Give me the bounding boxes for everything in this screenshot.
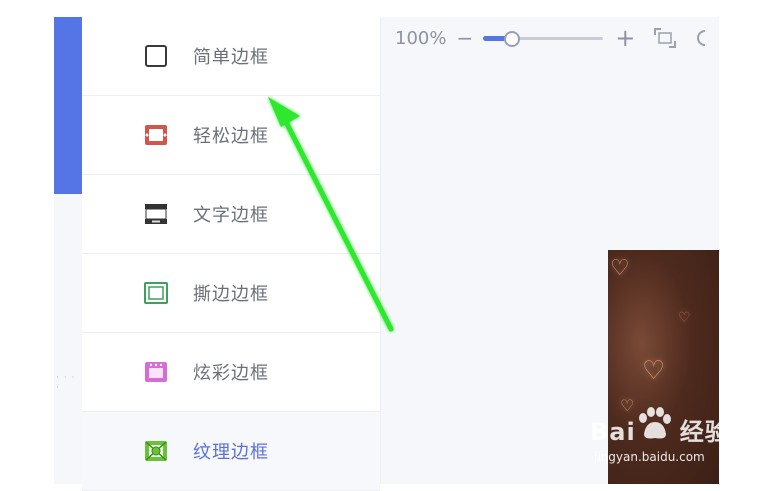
text-frame-icon: [143, 201, 169, 227]
torn-edge-frame-icon: [143, 280, 169, 306]
frame-item-colorful[interactable]: 炫彩边框: [82, 333, 380, 412]
heart-bokeh: ♡: [610, 256, 630, 281]
frame-item-easy[interactable]: 轻松边框: [82, 96, 380, 175]
zoom-level: 100%: [395, 27, 447, 49]
rotate-icon[interactable]: [695, 27, 706, 49]
frame-item-label: 纹理边框: [193, 442, 269, 463]
frame-item-text[interactable]: 文字边框: [82, 175, 380, 254]
rail-active-indicator: [54, 17, 82, 194]
baidu-paw-icon: [639, 407, 671, 439]
rail-divider-dots: · · · ·: [56, 373, 76, 393]
frame-item-torn-edge[interactable]: 撕边边框: [82, 254, 380, 333]
frame-list-panel: 简单边框 轻松边框 文字边框 撕边边框 炫彩边框 纹理边框: [82, 17, 381, 491]
frame-item-label: 炫彩边框: [193, 363, 269, 384]
zoom-out-button[interactable]: −: [456, 28, 473, 48]
frame-item-texture[interactable]: 纹理边框: [82, 412, 380, 491]
frame-item-label: 撕边边框: [193, 284, 269, 305]
zoom-slider-knob[interactable]: [503, 31, 520, 47]
frame-item-label: 文字边框: [193, 205, 269, 226]
watermark-url: jingyan.baidu.com: [594, 450, 705, 464]
heart-bokeh: ♡: [678, 310, 691, 326]
zoom-toolbar: 100% − +: [395, 25, 706, 51]
frame-item-simple[interactable]: 简单边框: [82, 17, 380, 96]
left-rail: · · · ·: [54, 17, 82, 484]
frame-item-label: 轻松边框: [193, 126, 269, 147]
simple-frame-icon: [143, 43, 169, 69]
texture-frame-icon: [143, 438, 169, 464]
zoom-in-button[interactable]: +: [615, 26, 635, 50]
frame-item-label: 简单边框: [193, 47, 269, 68]
fit-to-screen-icon[interactable]: [653, 27, 677, 49]
colorful-frame-icon: [143, 359, 169, 385]
baidu-jingyan-watermark: Bai 经验 jingyan.baidu.com: [590, 407, 740, 472]
zoom-slider[interactable]: [483, 28, 604, 48]
easy-frame-icon: [143, 122, 169, 148]
heart-bokeh: ♡: [642, 356, 666, 386]
